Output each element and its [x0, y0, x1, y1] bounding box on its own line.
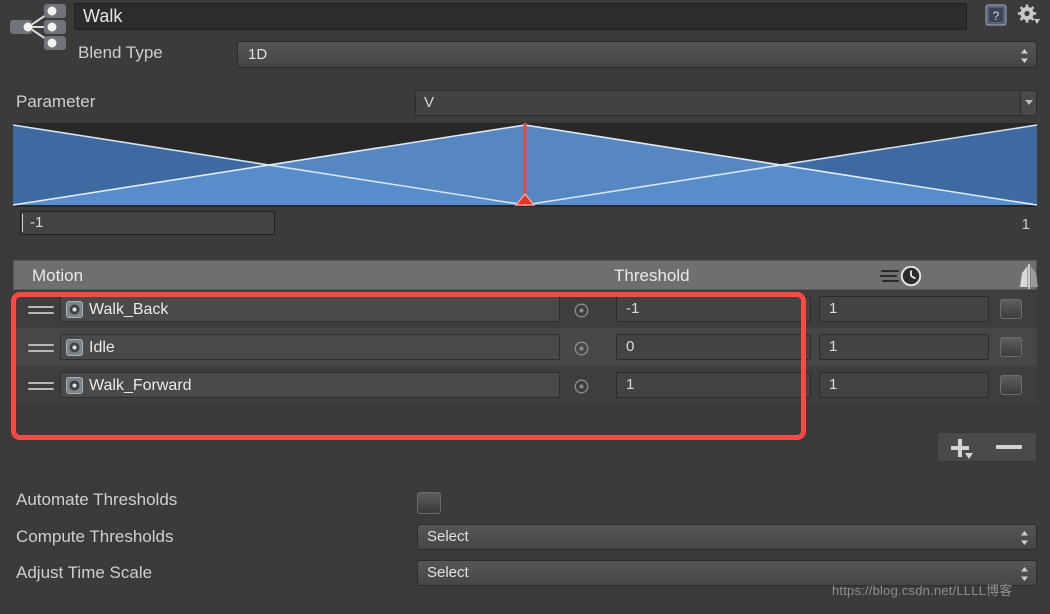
- motion-name: Idle: [89, 339, 115, 356]
- compute-thresholds-value: Select: [427, 528, 469, 545]
- motion-name: Walk_Back: [89, 301, 169, 318]
- adjust-time-scale-label: Adjust Time Scale: [16, 563, 153, 582]
- chevron-updown-icon: [1020, 47, 1029, 63]
- motion-object-field[interactable]: Idle: [60, 334, 560, 360]
- mirror-humanoid-icon: [1014, 264, 1044, 289]
- motion-list-rows: Walk_Back -1 1 Idle 0 1 Walk_Forward 1 1: [13, 290, 1037, 438]
- speed-input[interactable]: 1: [819, 334, 989, 360]
- drag-handle-icon[interactable]: [28, 306, 54, 315]
- parameter-label: Parameter: [16, 92, 96, 111]
- svg-text:?: ?: [993, 9, 1000, 23]
- remove-motion-button[interactable]: [996, 445, 1022, 449]
- object-picker-icon[interactable]: [574, 303, 589, 318]
- blend-tree-node-icon: [8, 2, 70, 52]
- blend-tree-name-input[interactable]: Walk: [74, 3, 967, 30]
- speed-input[interactable]: 1: [819, 372, 989, 398]
- blend-type-dropdown[interactable]: 1D: [237, 41, 1037, 68]
- table-row[interactable]: Idle 0 1: [13, 328, 1037, 366]
- speed-input[interactable]: 1: [819, 296, 989, 322]
- parameter-dropdown-button[interactable]: [1020, 90, 1037, 116]
- chevron-updown-icon: [1020, 566, 1029, 582]
- motion-list-header: Motion Threshold: [13, 260, 1038, 290]
- column-header-motion: Motion: [32, 266, 84, 285]
- motion-object-field[interactable]: Walk_Back: [60, 296, 560, 322]
- watermark-text: https://blog.csdn.net/LLLL博客: [832, 583, 1013, 598]
- chevron-down-icon: [1025, 100, 1033, 105]
- drag-handle-icon[interactable]: [28, 382, 54, 391]
- automate-thresholds-checkbox[interactable]: [417, 492, 441, 514]
- motion-name: Walk_Forward: [89, 377, 192, 394]
- threshold-input[interactable]: 1: [616, 372, 811, 398]
- help-icon[interactable]: ?: [985, 4, 1007, 26]
- drag-handle-icon[interactable]: [28, 344, 54, 353]
- compute-thresholds-label: Compute Thresholds: [16, 527, 174, 546]
- blend-graph[interactable]: [13, 123, 1037, 207]
- inspector-header: Walk ? Blend Type 1D: [0, 0, 1050, 78]
- object-picker-icon[interactable]: [574, 379, 589, 394]
- column-header-threshold: Threshold: [614, 266, 690, 285]
- text-caret: [22, 214, 23, 232]
- automate-thresholds-label: Automate Thresholds: [16, 490, 178, 509]
- add-motion-button[interactable]: [948, 436, 982, 460]
- blend-tree-inspector: Walk ? Blend Type 1D Parameter V -1 1 Mo…: [0, 0, 1050, 614]
- table-row[interactable]: Walk_Back -1 1: [13, 290, 1037, 328]
- chevron-updown-icon: [1020, 530, 1029, 546]
- blend-type-value: 1D: [248, 46, 268, 63]
- threshold-input[interactable]: 0: [616, 334, 811, 360]
- mirror-checkbox[interactable]: [1000, 375, 1022, 395]
- threshold-input[interactable]: -1: [616, 296, 811, 322]
- parameter-value-field[interactable]: V: [415, 90, 1037, 116]
- gear-icon[interactable]: [1017, 4, 1041, 26]
- list-add-remove-bar: [937, 432, 1037, 462]
- graph-min-input[interactable]: -1: [20, 211, 275, 235]
- animation-clip-icon: [66, 339, 83, 356]
- mirror-checkbox[interactable]: [1000, 299, 1022, 319]
- graph-max-label: 1: [1021, 216, 1030, 233]
- object-picker-icon[interactable]: [574, 341, 589, 356]
- motion-object-field[interactable]: Walk_Forward: [60, 372, 560, 398]
- adjust-time-scale-value: Select: [427, 564, 469, 581]
- blend-type-label: Blend Type: [78, 43, 163, 62]
- compute-thresholds-dropdown[interactable]: Select: [417, 524, 1037, 550]
- mirror-checkbox[interactable]: [1000, 337, 1022, 357]
- speed-clock-icon: [879, 265, 936, 287]
- table-row[interactable]: Walk_Forward 1 1: [13, 366, 1037, 404]
- animation-clip-icon: [66, 377, 83, 394]
- animation-clip-icon: [66, 301, 83, 318]
